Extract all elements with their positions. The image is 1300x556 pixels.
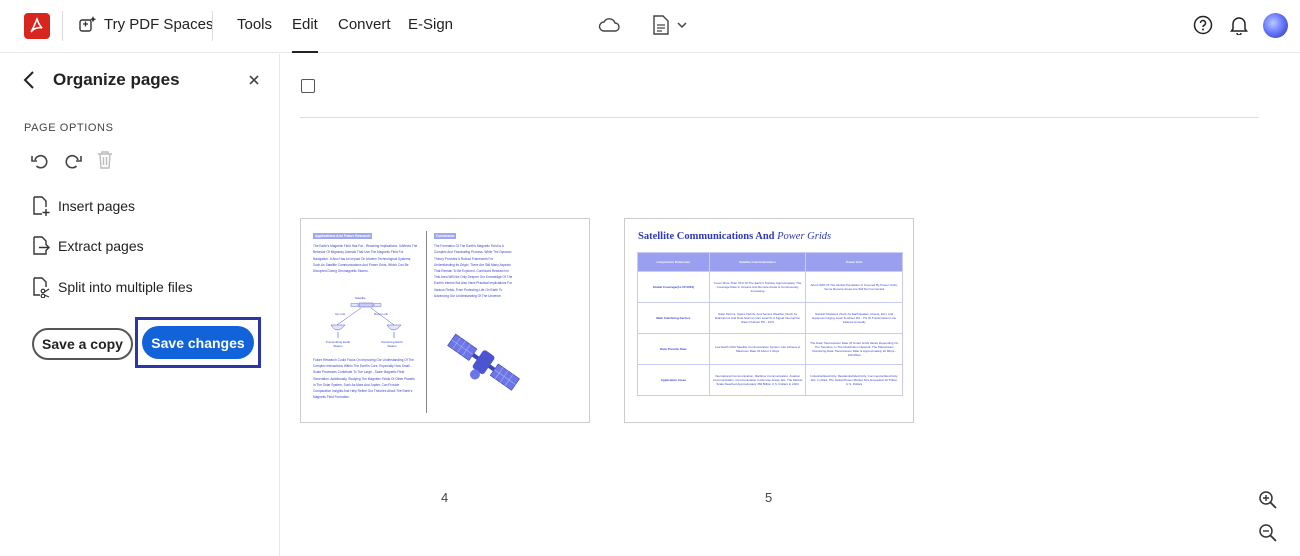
redo-icon[interactable]: [63, 151, 83, 176]
tab-edit[interactable]: Edit: [292, 16, 318, 53]
extract-page-icon: [33, 236, 50, 255]
save-changes-button[interactable]: Save changes: [142, 326, 254, 359]
page4-left-heading: Applications And Future Research: [313, 233, 373, 240]
spaces-icon: [79, 16, 97, 32]
top-bar: Try PDF Spaces Tools Edit Convert E-Sign: [0, 0, 1300, 53]
page5-title-italic: Power Grids: [777, 231, 832, 242]
spaces-label: Try PDF Spaces: [104, 15, 214, 33]
page4-left-column: Applications And Future Research The Ear…: [313, 233, 418, 274]
table-cell: Main Interfering Factors: [637, 302, 710, 334]
tab-esign[interactable]: E-Sign: [408, 16, 453, 33]
table-cell: Application Areas: [637, 364, 710, 396]
diagram-label: Transmitting Earth Station: [325, 340, 351, 348]
tab-tools[interactable]: Tools: [237, 16, 272, 33]
page4-left-text-2: Future Research Could Focus On Improving…: [313, 358, 415, 400]
table-row: Main Interfering Factors Solar Storms, S…: [637, 302, 903, 334]
organize-pages-panel: Organize pages PAGE OPTIONS Insert pages…: [0, 54, 280, 556]
page-thumbnail-5[interactable]: Satellite Communications And Power Grids…: [624, 218, 914, 423]
select-all-checkbox[interactable]: [301, 79, 315, 93]
split-files-option[interactable]: Split into multiple files: [32, 276, 193, 298]
table-row: Application Areas International Communic…: [637, 364, 903, 396]
page4-left-text: The Earth's Magnetic Field Has Far - Rea…: [313, 244, 418, 274]
diagram-label: Satellite: [355, 296, 366, 300]
help-icon[interactable]: [1193, 15, 1213, 40]
table-cell: Natural Disasters (Such As Earthquakes, …: [805, 302, 903, 334]
table-header: Comparison Dimension: [637, 252, 710, 272]
cloud-icon[interactable]: [598, 15, 620, 40]
table-header: Power Grid: [805, 252, 903, 272]
table-row: Data Transfer Rate Low Earth Orbit Satel…: [637, 333, 903, 365]
page-number-label: 4: [441, 490, 449, 505]
page4-right-heading: Conclusion: [434, 233, 457, 240]
separator: [62, 11, 63, 41]
table-row: Global Coverage(As Of 2024) Cover More T…: [637, 271, 903, 303]
insert-page-icon: [33, 196, 50, 216]
table-cell: International Communication, Maritime Co…: [708, 364, 807, 396]
save-a-copy-button[interactable]: Save a copy: [32, 328, 133, 360]
zoom-in-icon[interactable]: [1258, 490, 1278, 515]
delete-icon[interactable]: [96, 150, 114, 175]
diagram-label: Receiving Earth Station: [381, 340, 403, 348]
tab-convert[interactable]: Convert: [338, 16, 391, 33]
try-pdf-spaces-button[interactable]: Try PDF Spaces: [78, 14, 213, 34]
page4-right-column: Conclusion The Formation Of The Earth's …: [434, 233, 514, 299]
insert-pages-option[interactable]: Insert pages: [32, 195, 135, 217]
zoom-out-icon[interactable]: [1258, 523, 1278, 548]
table-cell: About 90% Of The Global Population Is Co…: [805, 271, 903, 303]
table-header: Satellite Communications: [708, 252, 807, 272]
avatar[interactable]: [1263, 13, 1288, 38]
table-cell: Data Transfer Rate: [637, 333, 710, 365]
table-cell: The Data Transmission Rate Of Smart Grid…: [805, 333, 903, 365]
diagram-label: Up Link: [335, 312, 346, 316]
split-file-icon: [33, 277, 50, 298]
notifications-bell-icon[interactable]: [1230, 15, 1248, 40]
table-cell: Industrial Electricity, Residential Elec…: [805, 364, 903, 396]
panel-title: Organize pages: [53, 70, 180, 89]
close-icon[interactable]: [248, 73, 260, 91]
extract-pages-option[interactable]: Extract pages: [32, 235, 144, 257]
page5-table: Comparison Dimension Satellite Communica…: [637, 252, 903, 396]
table-cell: Cover More Than 70% Of The Earth's Surfa…: [708, 271, 807, 303]
page-thumbnail-4[interactable]: Applications And Future Research The Ear…: [300, 218, 590, 423]
page-number-label: 5: [765, 490, 773, 505]
divider: [300, 117, 1259, 118]
insert-pages-label: Insert pages: [58, 198, 136, 214]
diagram-label: Down Link: [374, 312, 389, 316]
extract-pages-label: Extract pages: [58, 238, 144, 254]
table-cell: Solar Storms, Space Debris, And Severe W…: [708, 302, 807, 334]
table-cell: Low Earth Orbit Satellite Communication …: [708, 333, 807, 365]
document-menu-button[interactable]: [651, 14, 691, 41]
page5-title-main: Satellite Communications And: [638, 231, 775, 242]
section-label: PAGE OPTIONS: [24, 122, 114, 134]
page4-right-text: The Formation Of The Earth's Magnetic Fi…: [434, 244, 513, 298]
page-grid-area: Applications And Future Research The Ear…: [281, 54, 1300, 556]
table-header-row: Comparison Dimension Satellite Communica…: [637, 252, 903, 272]
undo-icon[interactable]: [30, 151, 50, 176]
separator: [212, 11, 213, 41]
split-files-label: Split into multiple files: [58, 279, 193, 295]
satellite-illustration: [447, 333, 520, 391]
back-arrow-icon[interactable]: [22, 70, 36, 95]
table-cell: Global Coverage(As Of 2024): [637, 271, 710, 303]
page5-title: Satellite Communications And Power Grids: [638, 231, 831, 242]
page4-column-divider: [426, 231, 427, 413]
acrobat-logo-icon[interactable]: [24, 13, 50, 39]
